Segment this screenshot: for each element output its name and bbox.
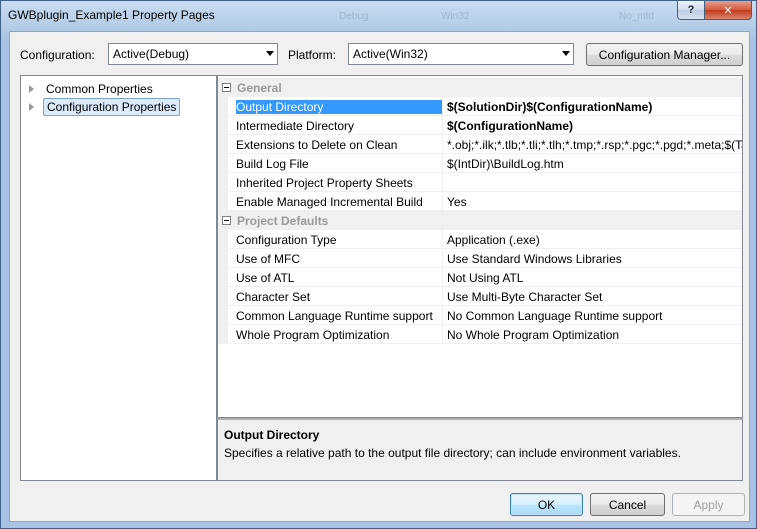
help-icon: ? <box>687 4 695 16</box>
property-row-intermediate-directory[interactable]: Intermediate Directory $(ConfigurationNa… <box>218 116 742 135</box>
property-value[interactable]: Application (.exe) <box>447 233 742 247</box>
property-row-use-of-atl[interactable]: Use of ATL Not Using ATL <box>218 268 742 287</box>
property-name: Output Directory <box>236 100 442 114</box>
configuration-manager-button[interactable]: Configuration Manager... <box>586 43 743 66</box>
property-name: Extensions to Delete on Clean <box>236 138 398 152</box>
tree-item-label: Common Properties <box>46 82 153 96</box>
property-name: Common Language Runtime support <box>236 309 433 323</box>
chevron-down-icon <box>562 51 570 56</box>
apply-button[interactable]: Apply <box>672 493 745 516</box>
dialog-client-area: Configuration: Active(Debug) Platform: A… <box>9 31 750 522</box>
chevron-down-icon <box>266 51 274 56</box>
close-button[interactable]: ✕ <box>704 1 752 20</box>
platform-label: Platform: <box>288 48 337 62</box>
title-bar[interactable]: GWBplugin_Example1 Property Pages Debug … <box>1 1 756 31</box>
property-row-whole-program-optimization[interactable]: Whole Program Optimization No Whole Prog… <box>218 325 742 344</box>
background-text: Debug <box>339 11 369 22</box>
category-general[interactable]: General <box>218 78 742 97</box>
tree-item-common-properties[interactable]: Common Properties <box>29 80 156 98</box>
collapse-icon[interactable] <box>222 216 231 225</box>
property-row-use-of-mfc[interactable]: Use of MFC Use Standard Windows Librarie… <box>218 249 742 268</box>
expand-arrow-icon[interactable] <box>29 103 34 111</box>
property-value[interactable]: No Whole Program Optimization <box>447 328 742 342</box>
category-label: Project Defaults <box>237 213 329 228</box>
property-row-inherited-property-sheets[interactable]: Inherited Project Property Sheets <box>218 173 742 192</box>
property-name: Enable Managed Incremental Build <box>236 195 423 209</box>
property-value[interactable]: $(IntDir)\BuildLog.htm <box>447 157 742 171</box>
description-panel: Output Directory Specifies a relative pa… <box>217 418 743 481</box>
platform-dropdown[interactable]: Active(Win32) <box>348 43 574 65</box>
description-title: Output Directory <box>224 428 320 442</box>
property-value[interactable]: Not Using ATL <box>447 271 742 285</box>
configuration-dropdown[interactable]: Active(Debug) <box>108 43 278 65</box>
background-text: No_mtd <box>619 11 655 22</box>
property-name: Inherited Project Property Sheets <box>236 176 413 190</box>
property-row-managed-incremental-build[interactable]: Enable Managed Incremental Build Yes <box>218 192 742 211</box>
property-row-clr-support[interactable]: Common Language Runtime support No Commo… <box>218 306 742 325</box>
property-tree[interactable]: Common Properties Configuration Properti… <box>20 75 217 481</box>
cancel-button[interactable]: Cancel <box>590 493 665 516</box>
configuration-label: Configuration: <box>20 48 95 62</box>
background-text: Win32 <box>441 11 470 22</box>
close-icon: ✕ <box>723 4 733 17</box>
property-name: Use of MFC <box>236 252 301 266</box>
property-value[interactable]: Use Multi-Byte Character Set <box>447 290 742 304</box>
category-project-defaults[interactable]: Project Defaults <box>218 211 742 230</box>
category-label: General <box>237 80 282 95</box>
property-name: Build Log File <box>236 157 309 171</box>
ok-button[interactable]: OK <box>510 493 583 516</box>
property-name: Character Set <box>236 290 311 304</box>
tree-item-label: Configuration Properties <box>43 98 181 116</box>
help-button[interactable]: ? <box>677 1 705 20</box>
property-row-character-set[interactable]: Character Set Use Multi-Byte Character S… <box>218 287 742 306</box>
property-value[interactable]: Use Standard Windows Libraries <box>447 252 742 266</box>
window-title: GWBplugin_Example1 Property Pages <box>8 8 215 22</box>
collapse-icon[interactable] <box>222 83 231 92</box>
description-text: Specifies a relative path to the output … <box>224 446 681 460</box>
property-name: Configuration Type <box>236 233 337 247</box>
property-name: Whole Program Optimization <box>236 328 390 342</box>
tree-item-configuration-properties[interactable]: Configuration Properties <box>29 98 181 116</box>
property-value[interactable]: Yes <box>447 195 742 209</box>
property-value[interactable]: $(SolutionDir)$(ConfigurationName) <box>447 100 742 114</box>
expand-arrow-icon[interactable] <box>29 85 34 93</box>
property-row-build-log-file[interactable]: Build Log File $(IntDir)\BuildLog.htm <box>218 154 742 173</box>
property-grid[interactable]: General Output Directory $(SolutionDir)$… <box>217 75 743 418</box>
configuration-value: Active(Debug) <box>113 47 190 61</box>
property-row-extensions-to-delete[interactable]: Extensions to Delete on Clean *.obj;*.il… <box>218 135 742 154</box>
property-value[interactable]: No Common Language Runtime support <box>447 309 742 323</box>
property-name: Intermediate Directory <box>236 119 355 133</box>
property-row-output-directory[interactable]: Output Directory $(SolutionDir)$(Configu… <box>218 97 742 116</box>
property-value[interactable]: $(ConfigurationName) <box>447 119 742 133</box>
property-row-configuration-type[interactable]: Configuration Type Application (.exe) <box>218 230 742 249</box>
property-value[interactable]: *.obj;*.ilk;*.tlb;*.tli;*.tlh;*.tmp;*.rs… <box>447 138 742 152</box>
platform-value: Active(Win32) <box>353 47 428 61</box>
property-name: Use of ATL <box>236 271 295 285</box>
property-pages-window: GWBplugin_Example1 Property Pages Debug … <box>0 0 757 529</box>
